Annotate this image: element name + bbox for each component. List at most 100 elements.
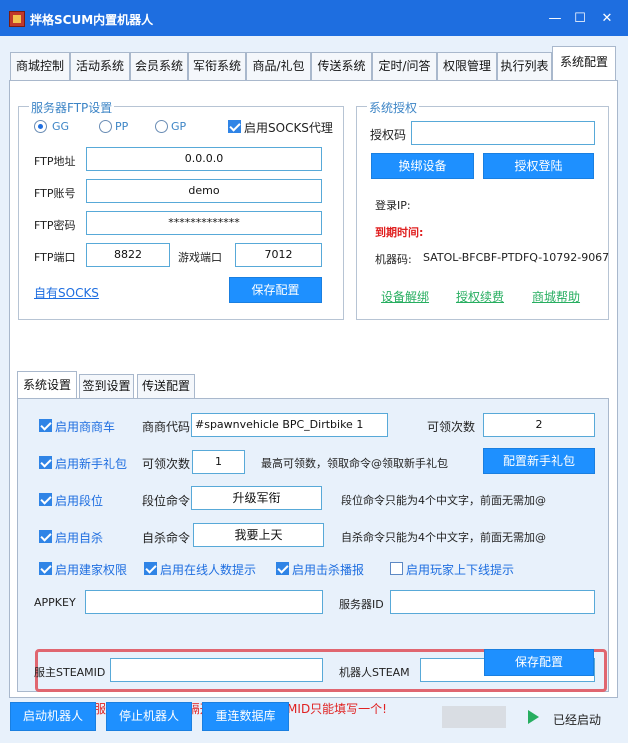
title-bar: 拌格SCUM内置机器人 — ☐ ✕ bbox=[0, 0, 628, 36]
radio-gg-label: GG bbox=[52, 120, 70, 133]
auth-login-button[interactable]: 授权登陆 bbox=[483, 153, 594, 179]
kill-broadcast-label: 启用击杀播报 bbox=[292, 563, 365, 577]
minimize-icon[interactable]: — bbox=[547, 12, 563, 28]
ftp-account-label: FTP账号 bbox=[34, 187, 76, 200]
suicide-cmd-label: 自杀命令 bbox=[142, 531, 191, 545]
bot-steam-label: 机器人STEAM bbox=[339, 666, 410, 679]
trader-label: 启用商商车 bbox=[55, 420, 116, 434]
rank-cmd-field[interactable]: 升级军衔 bbox=[191, 486, 322, 510]
newbie-checkbox[interactable] bbox=[39, 456, 52, 469]
ftp-group: 服务器FTP设置 GG PP GP 启用SOCKS代理 FTP地址 0.0.0.… bbox=[18, 99, 344, 320]
newbie-label: 启用新手礼包 bbox=[55, 457, 128, 471]
expire-label: 到期时间: bbox=[375, 226, 424, 239]
auth-group-title: 系统授权 bbox=[367, 99, 420, 116]
suicide-hint: 自杀命令只能为4个中文字，前面无需加@ bbox=[341, 531, 546, 544]
ftp-password-field[interactable]: ************* bbox=[86, 211, 322, 235]
player-online-label: 启用玩家上下线提示 bbox=[406, 563, 515, 577]
ftp-addr-field[interactable]: 0.0.0.0 bbox=[86, 147, 322, 171]
ftp-port-label: FTP端口 bbox=[34, 251, 76, 264]
radio-pp-label: PP bbox=[115, 120, 129, 133]
trader-code-field[interactable]: #spawnvehicle BPC_Dirtbike 1 bbox=[191, 413, 388, 437]
auth-code-label: 授权码 bbox=[370, 128, 407, 142]
owner-steam-field[interactable] bbox=[110, 658, 323, 682]
window-title: 拌格SCUM内置机器人 bbox=[30, 13, 154, 27]
app-icon bbox=[9, 11, 25, 27]
build-perm-checkbox[interactable] bbox=[39, 562, 52, 575]
auth-group: 系统授权 授权码 换绑设备 授权登陆 登录IP: 到期时间: 机器码: SATO… bbox=[356, 99, 610, 320]
game-port-label: 游戏端口 bbox=[178, 251, 222, 264]
radio-gp-label: GP bbox=[171, 120, 187, 133]
bottom-bar: 启动机器人 停止机器人 重连数据库 已经启动 bbox=[0, 698, 628, 743]
rank-checkbox[interactable] bbox=[39, 493, 52, 506]
bot-status-label: 已经启动 bbox=[553, 713, 602, 727]
subtab-teleport[interactable]: 传送配置 bbox=[137, 374, 195, 398]
tab-timer-qa[interactable]: 定时/问答 bbox=[372, 52, 437, 80]
machine-code-value: SATOL-BFCBF-PTDFQ-10792-9067 bbox=[423, 251, 610, 264]
own-socks-link[interactable]: 自有SOCKS bbox=[34, 284, 99, 301]
tab-activity[interactable]: 活动系统 bbox=[70, 52, 130, 80]
help-link[interactable]: 商城帮助 bbox=[532, 288, 580, 305]
client-area: 商城控制 活动系统 会员系统 军衔系统 商品/礼包 传送系统 定时/问答 权限管… bbox=[0, 36, 628, 743]
trader-code-label: 商商代码 bbox=[142, 420, 191, 434]
suicide-label: 启用自杀 bbox=[55, 531, 104, 545]
rank-hint: 段位命令只能为4个中文字，前面无需加@ bbox=[341, 494, 546, 507]
rank-label: 启用段位 bbox=[55, 494, 104, 508]
close-icon[interactable]: ✕ bbox=[599, 12, 615, 28]
owner-steam-label: 服主STEAMID bbox=[34, 666, 106, 679]
switch-device-button[interactable]: 换绑设备 bbox=[371, 153, 474, 179]
play-icon bbox=[528, 710, 539, 724]
ftp-port-field[interactable]: 8822 bbox=[86, 243, 170, 267]
system-settings-panel: 启用商商车 商商代码 #spawnvehicle BPC_Dirtbike 1 … bbox=[17, 398, 609, 692]
renew-link[interactable]: 授权续费 bbox=[456, 288, 504, 305]
player-online-checkbox[interactable] bbox=[390, 562, 403, 575]
stop-bot-button[interactable]: 停止机器人 bbox=[106, 702, 192, 731]
ftp-group-title: 服务器FTP设置 bbox=[29, 99, 115, 116]
server-id-field[interactable] bbox=[390, 590, 595, 614]
tab-member[interactable]: 会员系统 bbox=[130, 52, 188, 80]
socks-checkbox[interactable] bbox=[228, 120, 241, 133]
radio-pp[interactable] bbox=[99, 120, 112, 133]
suicide-cmd-field[interactable]: 我要上天 bbox=[193, 523, 324, 547]
machine-label: 机器码: bbox=[375, 253, 412, 266]
subtab-system-settings[interactable]: 系统设置 bbox=[17, 371, 77, 398]
newbie-times-label: 可领次数 bbox=[142, 457, 191, 471]
tab-goods[interactable]: 商品/礼包 bbox=[246, 52, 311, 80]
tab-teleport[interactable]: 传送系统 bbox=[311, 52, 372, 80]
ftp-save-button[interactable]: 保存配置 bbox=[229, 277, 322, 303]
kill-broadcast-checkbox[interactable] bbox=[276, 562, 289, 575]
maximize-icon[interactable]: ☐ bbox=[572, 12, 588, 28]
status-indicator-box bbox=[442, 706, 506, 728]
game-port-field[interactable]: 7012 bbox=[235, 243, 322, 267]
tab-rank[interactable]: 军衔系统 bbox=[188, 52, 246, 80]
appkey-label: APPKEY bbox=[34, 596, 76, 609]
tab-system-config[interactable]: 系统配置 bbox=[552, 46, 616, 80]
ftp-addr-label: FTP地址 bbox=[34, 155, 76, 168]
rank-cmd-label: 段位命令 bbox=[142, 494, 191, 508]
radio-gg[interactable] bbox=[34, 120, 47, 133]
trader-checkbox[interactable] bbox=[39, 419, 52, 432]
system-save-button[interactable]: 保存配置 bbox=[484, 649, 594, 676]
tab-shop-control[interactable]: 商城控制 bbox=[10, 52, 70, 80]
start-bot-button[interactable]: 启动机器人 bbox=[10, 702, 96, 731]
server-id-label: 服务器ID bbox=[339, 598, 384, 611]
subtab-signin[interactable]: 签到设置 bbox=[79, 374, 134, 398]
login-ip-label: 登录IP: bbox=[375, 199, 411, 212]
config-panel: 服务器FTP设置 GG PP GP 启用SOCKS代理 FTP地址 0.0.0.… bbox=[9, 80, 618, 716]
appkey-field[interactable] bbox=[85, 590, 323, 614]
newbie-hint: 最高可领数，领取命令@领取新手礼包 bbox=[261, 457, 448, 470]
unbind-link[interactable]: 设备解绑 bbox=[381, 288, 429, 305]
tab-exec-list[interactable]: 执行列表 bbox=[497, 52, 552, 80]
build-perm-label: 启用建家权限 bbox=[55, 563, 128, 577]
ftp-password-label: FTP密码 bbox=[34, 219, 76, 232]
newbie-config-button[interactable]: 配置新手礼包 bbox=[483, 448, 595, 474]
suicide-checkbox[interactable] bbox=[39, 530, 52, 543]
reconnect-db-button[interactable]: 重连数据库 bbox=[202, 702, 289, 731]
trader-times-field[interactable]: 2 bbox=[483, 413, 595, 437]
newbie-times-field[interactable]: 1 bbox=[192, 450, 245, 474]
trader-times-label: 可领次数 bbox=[427, 420, 476, 434]
online-hint-checkbox[interactable] bbox=[144, 562, 157, 575]
radio-gp[interactable] bbox=[155, 120, 168, 133]
tab-permissions[interactable]: 权限管理 bbox=[437, 52, 497, 80]
auth-code-field[interactable] bbox=[411, 121, 595, 145]
ftp-account-field[interactable]: demo bbox=[86, 179, 322, 203]
